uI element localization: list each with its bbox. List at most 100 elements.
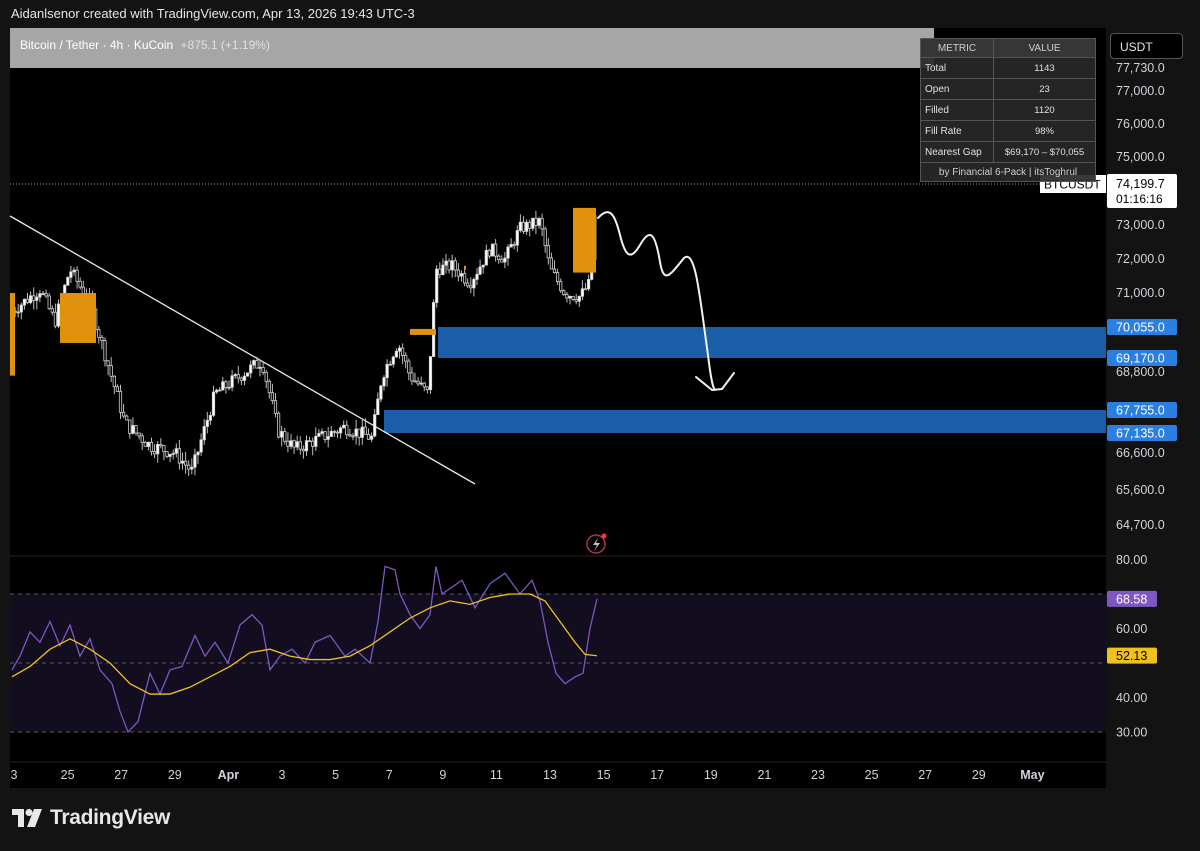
- candle-body: [168, 453, 172, 457]
- time-tick-label: 3: [11, 768, 18, 782]
- gap-zone: [438, 327, 1106, 358]
- candle-body: [214, 389, 219, 393]
- rsi-tick-label: 60.00: [1116, 622, 1147, 636]
- candle-body: [230, 375, 234, 388]
- time-tick-label: 25: [61, 768, 75, 782]
- candle-body: [521, 221, 526, 232]
- price-tick-label: 77,000.0: [1116, 84, 1165, 98]
- rsi-ma-label: 52.13: [1116, 649, 1147, 663]
- candle-body: [481, 264, 485, 268]
- time-tick-label: 21: [757, 768, 771, 782]
- candle-body: [472, 279, 476, 289]
- candle-body: [137, 432, 141, 437]
- candle-body: [509, 244, 513, 248]
- candle-body: [252, 360, 256, 366]
- price-tick-label: 65,600.0: [1116, 483, 1165, 497]
- candle-body: [317, 432, 321, 437]
- candle-body: [540, 218, 544, 230]
- candle-body: [323, 431, 327, 440]
- candle-body: [385, 364, 389, 379]
- candle-body: [171, 452, 175, 455]
- candle-body: [428, 356, 433, 391]
- candle-body: [69, 271, 73, 278]
- time-tick-label: May: [1020, 768, 1044, 782]
- price-tick-label: 64,700.0: [1116, 518, 1165, 532]
- candle-body: [562, 290, 566, 295]
- candle-body: [255, 360, 259, 369]
- time-tick-label: 5: [332, 768, 339, 782]
- candle-body: [525, 221, 529, 232]
- candle-body: [549, 257, 554, 270]
- candle-body: [50, 308, 54, 313]
- candle-body: [512, 244, 516, 246]
- candle-body: [369, 435, 374, 440]
- candle-body: [351, 435, 355, 438]
- candle-body: [342, 424, 346, 429]
- candle-body: [506, 246, 510, 259]
- candle-body: [450, 260, 454, 271]
- candle-body: [159, 444, 163, 447]
- metrics-row: Filled 1120: [920, 99, 1096, 121]
- price-tick-label: 75,000.0: [1116, 150, 1165, 164]
- candle-body: [518, 221, 523, 231]
- candle-body: [320, 431, 324, 434]
- tradingview-logo[interactable]: TradingView: [12, 806, 170, 830]
- candle-body: [400, 347, 405, 356]
- metric-value: 23: [993, 78, 1096, 100]
- candle-body: [115, 386, 119, 392]
- metrics-header-value: VALUE: [993, 38, 1096, 58]
- candle-body: [587, 279, 591, 290]
- candle-body: [394, 350, 399, 358]
- candle-body: [354, 428, 358, 437]
- candle-body: [531, 217, 535, 229]
- time-tick-label: 25: [865, 768, 879, 782]
- candle-body: [72, 269, 76, 273]
- metrics-row: Total 1143: [920, 57, 1096, 79]
- gap-price-label: 67,135.0: [1116, 427, 1165, 441]
- metrics-row: Fill Rate 98%: [920, 120, 1096, 142]
- price-tick-label: 76,000.0: [1116, 117, 1165, 131]
- candle-body: [187, 464, 191, 470]
- candle-body: [447, 260, 451, 271]
- gap-price-label: 67,755.0: [1116, 404, 1165, 418]
- candle-body: [565, 294, 569, 299]
- candle-body: [441, 264, 445, 276]
- gap-zone: [384, 410, 1106, 433]
- candle-body: [311, 440, 315, 447]
- price-tick-label: 68,800.0: [1116, 365, 1165, 379]
- candle-body: [53, 311, 58, 327]
- candle-body: [478, 266, 482, 275]
- candle-body: [128, 419, 132, 434]
- candle-body: [289, 440, 293, 447]
- candle-body: [134, 425, 138, 434]
- candle-body: [500, 259, 504, 263]
- metrics-footer: by Financial 6-Pack | itsToghrul: [920, 162, 1096, 182]
- metric-value: $69,170 – $70,055: [993, 141, 1096, 163]
- candle-body: [366, 433, 371, 440]
- metrics-row: Nearest Gap $69,170 – $70,055: [920, 141, 1096, 163]
- candle-body: [438, 268, 442, 276]
- candle-body: [348, 434, 352, 437]
- candle-body: [261, 366, 265, 373]
- candle-body: [221, 381, 225, 391]
- candle-body: [568, 295, 572, 299]
- candle-body: [273, 400, 278, 414]
- candle-body: [528, 221, 532, 229]
- candle-body: [242, 375, 247, 381]
- candle-body: [286, 440, 290, 447]
- candle-body: [183, 460, 188, 466]
- price-tick-label: 77,730.0: [1116, 61, 1165, 75]
- candle-body: [218, 389, 222, 392]
- candle-body: [245, 372, 250, 377]
- candle-body: [131, 425, 135, 434]
- candle-body: [25, 298, 30, 304]
- candle-body: [177, 448, 181, 464]
- candle-body: [16, 311, 20, 314]
- candle-body: [97, 329, 101, 338]
- candle-body: [227, 386, 231, 389]
- candle-body: [280, 431, 284, 438]
- metric-name: Fill Rate: [920, 120, 994, 142]
- time-tick-label: 17: [650, 768, 664, 782]
- metrics-table: METRIC VALUE Total 1143 Open 23 Filled 1…: [920, 38, 1096, 182]
- candle-body: [577, 295, 581, 302]
